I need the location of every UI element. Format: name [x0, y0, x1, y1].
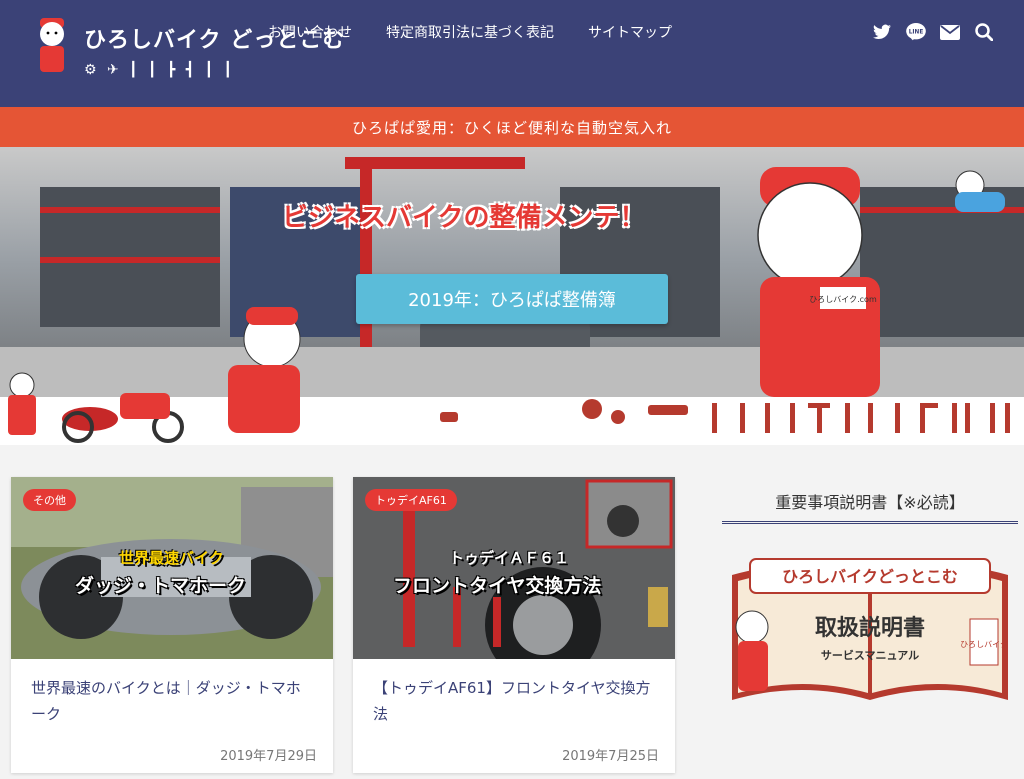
- category-badge[interactable]: その他: [23, 489, 76, 511]
- line-icon[interactable]: LINE: [906, 22, 926, 42]
- site-header: ひろしバイク どっとこむ ⚙ ✈ ┃ ┃ ┣ ┫ ┃ ┃ お問い合わせ 特定商取…: [0, 0, 1024, 107]
- logo-tools-strip: ⚙ ✈ ┃ ┃ ┣ ┫ ┃ ┃: [84, 62, 236, 78]
- manual-subtitle-text: サービスマニュアル: [821, 648, 919, 662]
- article-title[interactable]: 世界最速のバイクとは｜ダッジ・トマホーク: [31, 675, 313, 727]
- thumbnail-caption-line1: 世界最速バイク: [119, 549, 224, 567]
- sidebar-widget-title: 重要事項説明書【※必読】: [722, 489, 1018, 524]
- thumbnail-caption-line2: フロントタイヤ交換方法: [393, 575, 602, 597]
- category-badge[interactable]: トゥデイAF61: [365, 489, 457, 511]
- article-card[interactable]: トゥデイAF61 トゥデイＡＦ６１ フロントタイヤ交換方法 【トゥデイAF61】…: [353, 477, 675, 773]
- svg-text:LINE: LINE: [909, 30, 924, 36]
- article-thumbnail: トゥデイAF61 トゥデイＡＦ６１ フロントタイヤ交換方法: [353, 477, 675, 659]
- notice-bar[interactable]: ひろぱぱ愛用：ひくほど便利な自動空気入れ: [0, 107, 1024, 147]
- manual-header-text: ひろしバイクどっとこむ: [782, 567, 958, 586]
- hero-title: ビジネスバイクの整備メンテ！: [282, 203, 646, 233]
- article-card[interactable]: その他 世界最速バイク ダッジ・トマホーク 世界最速のバイクとは｜ダッジ・トマホ…: [11, 477, 333, 773]
- article-date: 2019年7月29日: [220, 749, 317, 764]
- nav-contact[interactable]: お問い合わせ: [268, 22, 352, 42]
- manual-side-text: ひろしバイク: [960, 640, 1008, 649]
- hero-cta-button[interactable]: 2019年：ひろぱぱ整備簿: [356, 274, 668, 324]
- manual-banner[interactable]: ひろしバイクどっとこむ 取扱説明書 サービスマニュアル ひろしバイク: [722, 535, 1018, 715]
- mail-icon[interactable]: [940, 22, 960, 42]
- mascot-logo-icon: [40, 18, 64, 72]
- article-thumbnail: その他 世界最速バイク ダッジ・トマホーク: [11, 477, 333, 659]
- mascot-tag: ひろしバイク.com: [809, 295, 877, 304]
- social-links: LINE: [872, 22, 994, 42]
- article-date: 2019年7月25日: [562, 749, 659, 764]
- search-icon[interactable]: [974, 22, 994, 42]
- twitter-icon[interactable]: [872, 22, 892, 42]
- thumbnail-caption-line2: ダッジ・トマホーク: [75, 575, 247, 597]
- manual-title-text: 取扱説明書: [815, 615, 925, 641]
- thumbnail-caption-line1: トゥデイＡＦ６１: [449, 549, 570, 567]
- main-content: その他 世界最速バイク ダッジ・トマホーク 世界最速のバイクとは｜ダッジ・トマホ…: [0, 445, 1024, 779]
- hero-banner: ひろしバイク.com ビジネスバイクの整備メンテ！ 2019年：ひろぱぱ整備簿: [0, 147, 1024, 445]
- nav-sitemap[interactable]: サイトマップ: [588, 22, 672, 42]
- article-title[interactable]: 【トゥデイAF61】フロントタイヤ交換方法: [373, 675, 655, 727]
- main-nav: お問い合わせ 特定商取引法に基づく表記 サイトマップ: [268, 22, 672, 42]
- notice-text: ひろぱぱ愛用：ひくほど便利な自動空気入れ: [351, 118, 672, 137]
- nav-legal[interactable]: 特定商取引法に基づく表記: [386, 22, 554, 42]
